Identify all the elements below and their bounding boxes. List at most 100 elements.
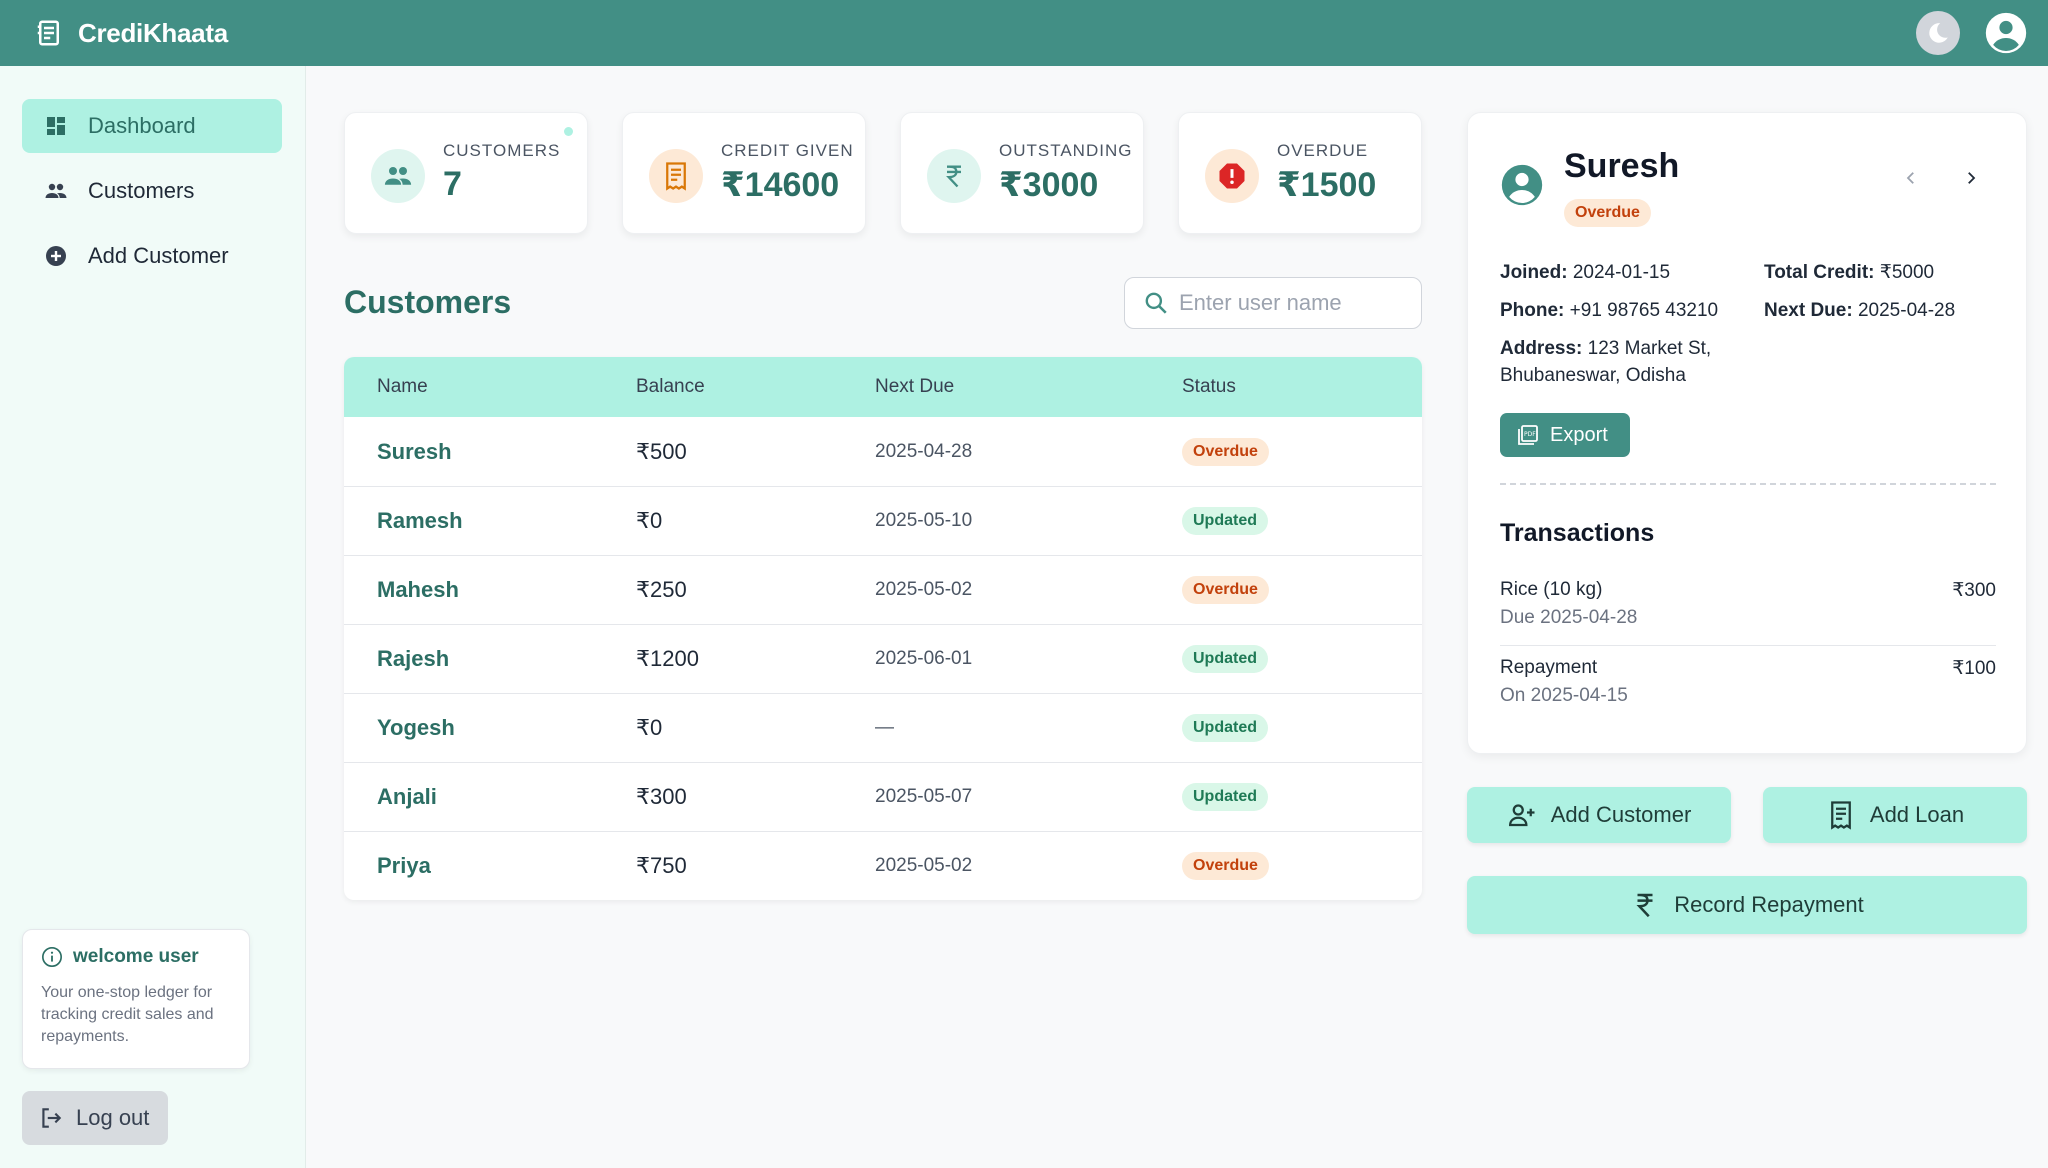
ledger-icon [37,20,59,46]
next-due-cell: 2025-05-02 [875,855,973,876]
sidebar: Dashboard Customers Add Customer welcome… [0,66,306,1168]
sidebar-item-customers[interactable]: Customers [22,164,282,218]
column-header-name[interactable]: Name [377,376,428,398]
add-loan-button[interactable]: Add Loan [1763,787,2027,843]
balance-cell: ₹750 [636,853,687,878]
account-circle-icon [1501,164,1543,206]
moon-icon [1929,23,1948,43]
status-badge: Updated [1182,714,1268,742]
stat-card-customers: CUSTOMERS 7 [344,112,588,234]
transaction-amount: ₹300 [1952,580,1996,601]
sidebar-item-dashboard[interactable]: Dashboard [22,99,282,153]
logout-label: Log out [76,1105,150,1130]
customer-detail-panel: Suresh Overdue Joined: 2024-01-15 Total … [1467,112,2027,754]
add-circle-icon [46,246,66,266]
previous-customer-button[interactable] [1896,163,1926,193]
column-header-balance[interactable]: Balance [636,376,705,398]
logout-button[interactable]: Log out [22,1091,168,1145]
status-badge: Overdue [1182,852,1269,880]
rupee-icon [927,149,981,203]
chevron-left-icon [1906,172,1914,184]
stat-card-outstanding: OUTSTANDING ₹3000 [900,112,1144,234]
logout-icon [42,1108,62,1128]
transaction-title: Rice (10 kg) [1500,579,1603,600]
next-customer-button[interactable] [1956,163,1986,193]
balance-cell: ₹500 [636,438,687,464]
transaction-item[interactable]: Repayment On 2025-04-15 ₹100 [1500,657,1996,707]
divider [1500,645,1996,646]
dashboard-icon [47,117,65,135]
export-button[interactable]: PDF Export [1500,413,1630,457]
pdf-icon: PDF [1518,425,1538,445]
transaction-item[interactable]: Rice (10 kg) Due 2025-04-28 ₹300 [1500,579,1996,629]
phone-field: Phone: +91 98765 43210 [1500,300,1719,321]
stat-value: ₹3000 [999,166,1099,204]
customer-name-cell[interactable]: Rajesh [377,646,449,672]
welcome-text: Your one-stop ledger for tracking credit… [41,984,214,1045]
status-badge: Overdue [1182,437,1269,466]
table-row[interactable]: Anjali ₹300 2025-05-07 Updated [344,762,1422,831]
column-header-next-due[interactable]: Next Due [875,376,954,398]
stat-value: 7 [443,165,462,203]
table-header: Name Balance Next Due Status [344,357,1422,417]
export-label: Export [1550,423,1608,446]
customer-name-cell[interactable]: Anjali [377,784,437,810]
table-row[interactable]: Suresh ₹500 2025-04-28 Overdue [344,417,1422,486]
table-row[interactable]: Ramesh ₹0 2025-05-10 Updated [344,486,1422,555]
search-box[interactable] [1124,277,1422,329]
stat-label: OUTSTANDING [999,141,1133,160]
welcome-title: welcome user [73,946,199,967]
record-repayment-label: Record Repayment [1674,892,1864,917]
customer-name-cell[interactable]: Ramesh [377,508,463,534]
status-badge: Updated [1182,783,1268,811]
transactions-title: Transactions [1500,519,1655,547]
table-row[interactable]: Rajesh ₹1200 2025-06-01 Updated [344,624,1422,693]
receipt-icon [1831,801,1851,830]
status-badge: Overdue [1564,199,1651,227]
add-customer-button[interactable]: Add Customer [1467,787,1731,843]
transaction-amount: ₹100 [1952,658,1996,679]
next-due-cell: 2025-05-07 [875,786,973,807]
record-repayment-button[interactable]: Record Repayment [1467,876,2027,934]
add-person-icon [1508,804,1535,827]
sidebar-item-add-customer[interactable]: Add Customer [22,229,282,283]
joined-field: Joined: 2024-01-15 [1500,262,1671,283]
chevron-right-icon [1968,172,1976,184]
table-row[interactable]: Yogesh ₹0 — Updated [344,693,1422,762]
customer-name-cell[interactable]: Suresh [377,439,452,465]
divider [1500,483,1996,485]
next-due-cell: 2025-06-01 [875,648,973,669]
search-input[interactable] [1179,290,1409,316]
brand[interactable]: CrediKhaata [34,18,228,49]
stat-card-overdue: OVERDUE ₹1500 [1178,112,1422,234]
add-customer-label: Add Customer [1550,802,1692,827]
rupee-icon [1636,893,1653,918]
address-field: Address: 123 Market St, Bhubaneswar, Odis… [1500,338,1712,386]
profile-button[interactable] [1984,11,2028,55]
balance-cell: ₹0 [636,508,663,533]
status-badge: Updated [1182,507,1268,535]
balance-cell: ₹300 [636,784,687,809]
transaction-date: Due 2025-04-28 [1500,607,1638,628]
balance-cell: ₹1200 [636,646,699,671]
customer-name-cell[interactable]: Yogesh [377,715,455,741]
customer-name-cell[interactable]: Mahesh [377,577,459,603]
column-header-status[interactable]: Status [1182,376,1236,398]
welcome-card: welcome user Your one-stop ledger for tr… [22,929,250,1069]
customer-name-cell[interactable]: Priya [377,853,431,879]
stat-label: CREDIT GIVEN [721,141,854,160]
stat-value: ₹14600 [721,166,840,204]
balance-cell: ₹0 [636,715,663,740]
next-due-field: Next Due: 2025-04-28 [1764,300,1956,321]
theme-toggle-button[interactable] [1916,11,1960,55]
stat-label: CUSTOMERS [443,141,561,160]
next-due-cell: — [875,717,894,738]
table-row[interactable]: Mahesh ₹250 2025-05-02 Overdue [344,555,1422,624]
customer-name: Suresh [1564,147,1680,185]
table-row[interactable]: Priya ₹750 2025-05-02 Overdue [344,831,1422,900]
top-bar: CrediKhaata [0,0,2048,66]
transaction-title: Repayment [1500,657,1598,678]
stat-card-credit-given: CREDIT GIVEN ₹14600 [622,112,866,234]
balance-cell: ₹250 [636,577,687,602]
sidebar-item-label: Add Customer [88,243,229,268]
